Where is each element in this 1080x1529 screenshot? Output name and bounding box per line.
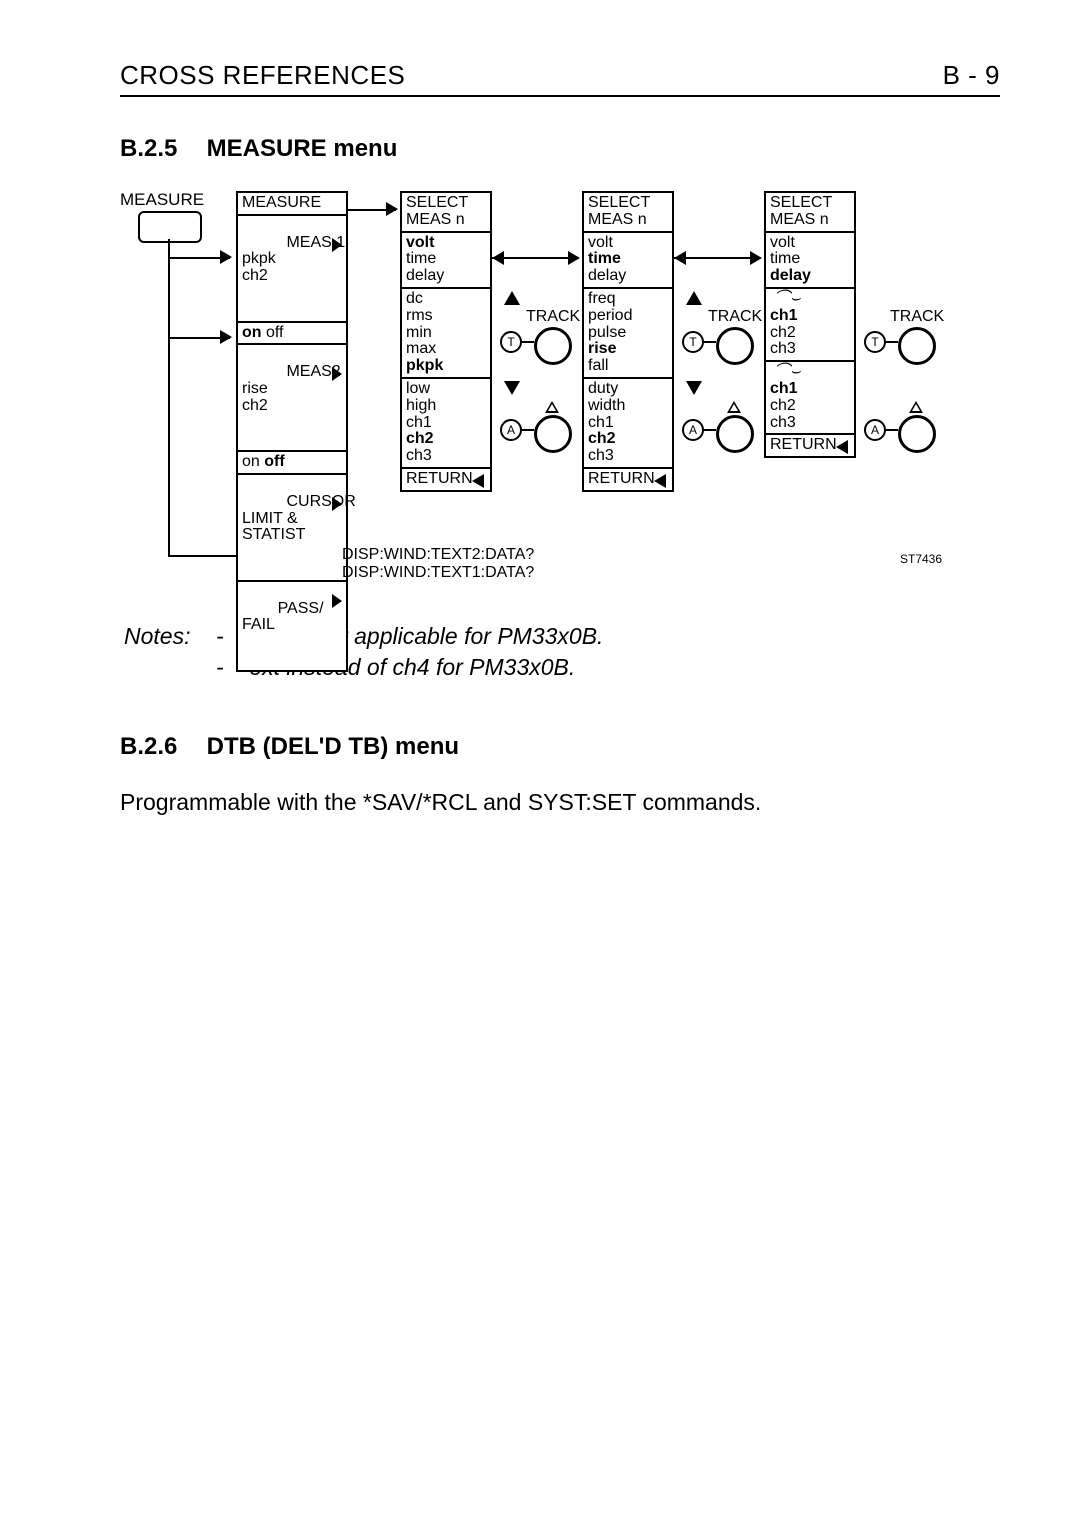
measure-menu-diagram: MEASURE MEASURE MEAS 1 pkpk ch2 on off M…	[120, 191, 980, 591]
type-select[interactable]: volt time delay	[584, 233, 672, 289]
track-button-t[interactable]: T	[500, 331, 522, 353]
section-b26-num: B.2.6	[120, 733, 200, 761]
arrow-right-icon	[750, 251, 762, 265]
return-row[interactable]: RETURN	[402, 469, 490, 490]
conn	[522, 429, 534, 431]
track-knob[interactable]	[898, 327, 936, 365]
volt-measure-select[interactable]: dc rms min max pkpk	[402, 289, 490, 379]
page-header: CROSS REFERENCES B - 9	[120, 60, 1000, 97]
delta-icon	[727, 401, 741, 413]
notes-label: Notes:	[124, 623, 190, 649]
delay-src2-select[interactable]: ⌒⌣ ch1 ch2 ch3	[766, 362, 854, 435]
arrow-right-icon	[220, 250, 232, 264]
volt-source-select[interactable]: low high ch1 ch2 ch3	[402, 379, 490, 469]
header-right: B - 9	[943, 60, 1000, 91]
return-arrow-icon	[836, 440, 848, 454]
arrow-right-icon	[568, 251, 580, 265]
return-arrow-icon	[472, 474, 484, 488]
track-label: TRACK	[890, 309, 944, 326]
dash: -	[216, 654, 224, 680]
conn	[704, 341, 716, 343]
track-button-t[interactable]: T	[864, 331, 886, 353]
conn	[674, 257, 760, 259]
section-b26-name: DTB (DEL'D TB) menu	[207, 733, 459, 760]
root-label: MEASURE	[120, 191, 204, 209]
conn	[168, 239, 170, 557]
conn	[492, 257, 578, 259]
meas1-onoff[interactable]: on off	[238, 323, 346, 346]
arrow-left-icon	[492, 251, 504, 265]
submenu-arrow-icon	[332, 497, 342, 511]
delta-knob[interactable]	[716, 415, 754, 453]
delta-knob[interactable]	[898, 415, 936, 453]
track-knob[interactable]	[534, 327, 572, 365]
submenu-arrow-icon	[332, 367, 342, 381]
track-button-t[interactable]: T	[682, 331, 704, 353]
conn	[886, 341, 898, 343]
meas1-item: MEAS 1 pkpk ch2	[242, 234, 345, 285]
track-knob[interactable]	[716, 327, 754, 365]
type-select[interactable]: volt time delay	[402, 233, 490, 289]
down-arrow-icon	[504, 381, 520, 395]
down-arrow-icon	[686, 381, 702, 395]
section-b26-title: B.2.6 DTB (DEL'D TB) menu	[120, 733, 1000, 761]
submenu-arrow-icon	[332, 594, 342, 608]
time-source-select[interactable]: duty width ch1 ch2 ch3	[584, 379, 672, 469]
time-measure-select[interactable]: freq period pulse rise fall	[584, 289, 672, 379]
dash: -	[216, 623, 224, 649]
return-row[interactable]: RETURN	[766, 435, 854, 456]
section-b25-title: B.2.5 MEASURE menu	[120, 135, 1000, 163]
delta-button-a[interactable]: A	[500, 419, 522, 441]
panel-title: SELECT MEAS n	[584, 193, 672, 233]
select-panel-delay: SELECT MEAS n volt time delay ⌒⌣ ch1 ch2…	[764, 191, 856, 458]
delta-knob[interactable]	[534, 415, 572, 453]
track-label: TRACK	[708, 309, 762, 326]
select-panel-volt: SELECT MEAS n volt time delay dc rms min…	[400, 191, 492, 492]
delay-src1-select[interactable]: ⌒⌣ ch1 ch2 ch3	[766, 289, 854, 362]
arrow-left-icon	[674, 251, 686, 265]
measure-key-button[interactable]	[138, 211, 202, 243]
pass-fail: PASS/ FAIL	[242, 600, 324, 634]
submenu-arrow-icon	[332, 238, 342, 252]
up-arrow-icon	[686, 291, 702, 305]
track-label: TRACK	[526, 309, 580, 326]
meas2-item: MEAS2 rise ch2	[242, 363, 341, 414]
up-arrow-icon	[504, 291, 520, 305]
header-left: CROSS REFERENCES	[120, 60, 405, 91]
edge-icon: ⌒⌣	[770, 291, 801, 308]
delta-button-a[interactable]: A	[682, 419, 704, 441]
arrow-right-icon	[386, 202, 398, 216]
edge-icon: ⌒⌣	[770, 364, 801, 381]
measure-menu-panel: MEASURE MEAS 1 pkpk ch2 on off MEAS2 ris…	[236, 191, 348, 672]
type-select[interactable]: volt time delay	[766, 233, 854, 289]
section-b25-name: MEASURE menu	[207, 135, 398, 162]
meas2-onoff[interactable]: on off	[238, 452, 346, 475]
select-panel-time: SELECT MEAS n volt time delay freq perio…	[582, 191, 674, 492]
delta-icon	[909, 401, 923, 413]
footer-cmd-1: DISP:WIND:TEXT2:DATA?	[342, 547, 534, 564]
conn	[704, 429, 716, 431]
section-b25-num: B.2.5	[120, 135, 200, 163]
delta-icon	[545, 401, 559, 413]
arrow-right-icon	[220, 330, 232, 344]
return-row[interactable]: RETURN	[584, 469, 672, 490]
conn	[886, 429, 898, 431]
panel-title: SELECT MEAS n	[402, 193, 490, 233]
section-b26-body: Programmable with the *SAV/*RCL and SYST…	[120, 789, 1000, 816]
panel-title: SELECT MEAS n	[766, 193, 854, 233]
delta-button-a[interactable]: A	[864, 419, 886, 441]
panel-title: MEASURE	[238, 193, 346, 216]
footer-cmd-2: DISP:WIND:TEXT1:DATA?	[342, 565, 534, 582]
conn	[522, 341, 534, 343]
figure-id: ST7436	[900, 553, 942, 566]
return-arrow-icon	[654, 474, 666, 488]
